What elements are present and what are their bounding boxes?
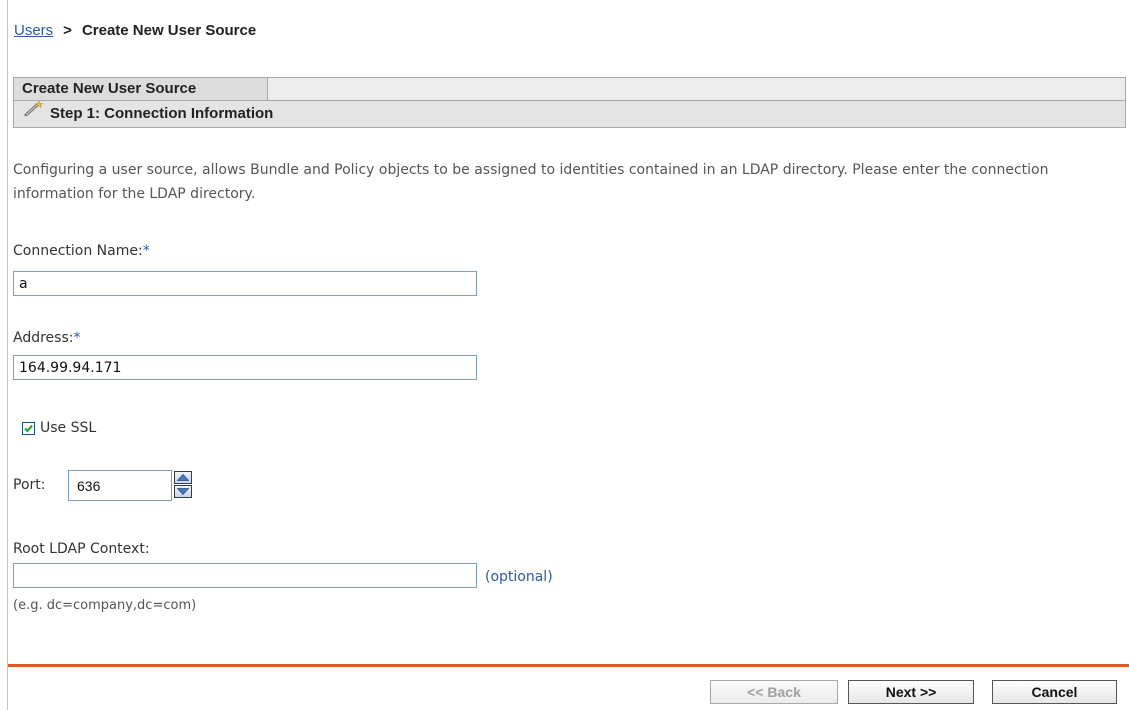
arrow-up-icon	[177, 474, 189, 481]
connection-name-input[interactable]	[13, 271, 477, 296]
cancel-button[interactable]: Cancel	[992, 680, 1117, 704]
root-context-label: Root LDAP Context:	[13, 541, 150, 557]
port-input[interactable]	[68, 470, 172, 501]
wizard-wand-icon	[24, 99, 44, 125]
use-ssl-label: Use SSL	[40, 420, 97, 436]
use-ssl-option[interactable]: Use SSL	[22, 420, 96, 436]
left-border	[7, 0, 8, 710]
panel-tab-bar: Create New User Source	[13, 77, 1126, 100]
breadcrumb-current: Create New User Source	[81, 22, 257, 39]
breadcrumb: Users > Create New User Source	[14, 22, 256, 39]
footer-divider	[8, 664, 1129, 667]
required-marker: *	[73, 330, 81, 346]
use-ssl-checkbox[interactable]	[22, 421, 35, 435]
checkmark-icon	[24, 424, 33, 432]
description-text: Configuring a user source, allows Bundle…	[13, 162, 1049, 202]
connection-name-label-text: Connection Name:	[13, 243, 143, 259]
step-header: Step 1: Connection Information	[13, 100, 1126, 128]
arrow-down-icon	[177, 488, 189, 495]
breadcrumb-users-link[interactable]: Users	[14, 22, 53, 39]
connection-name-label: Connection Name:*	[13, 243, 150, 259]
optional-note: (optional)	[485, 569, 553, 585]
port-increment-button[interactable]	[174, 471, 192, 484]
breadcrumb-separator: >	[63, 22, 72, 39]
back-button[interactable]: << Back	[710, 680, 838, 704]
port-decrement-button[interactable]	[174, 485, 192, 498]
step-title: Step 1: Connection Information	[50, 105, 274, 122]
root-context-hint: (e.g. dc=company,dc=com)	[13, 598, 197, 613]
panel-tab-title: Create New User Source	[14, 78, 268, 100]
root-context-input[interactable]	[13, 563, 477, 588]
address-input[interactable]	[13, 355, 477, 380]
required-marker: *	[142, 243, 150, 259]
wizard-panel: Create New User Source Step 1: Connectio…	[13, 77, 1126, 128]
port-label: Port:	[13, 477, 46, 493]
address-label-text: Address:	[13, 330, 74, 346]
next-button[interactable]: Next >>	[848, 680, 974, 704]
address-label: Address:*	[13, 330, 80, 346]
